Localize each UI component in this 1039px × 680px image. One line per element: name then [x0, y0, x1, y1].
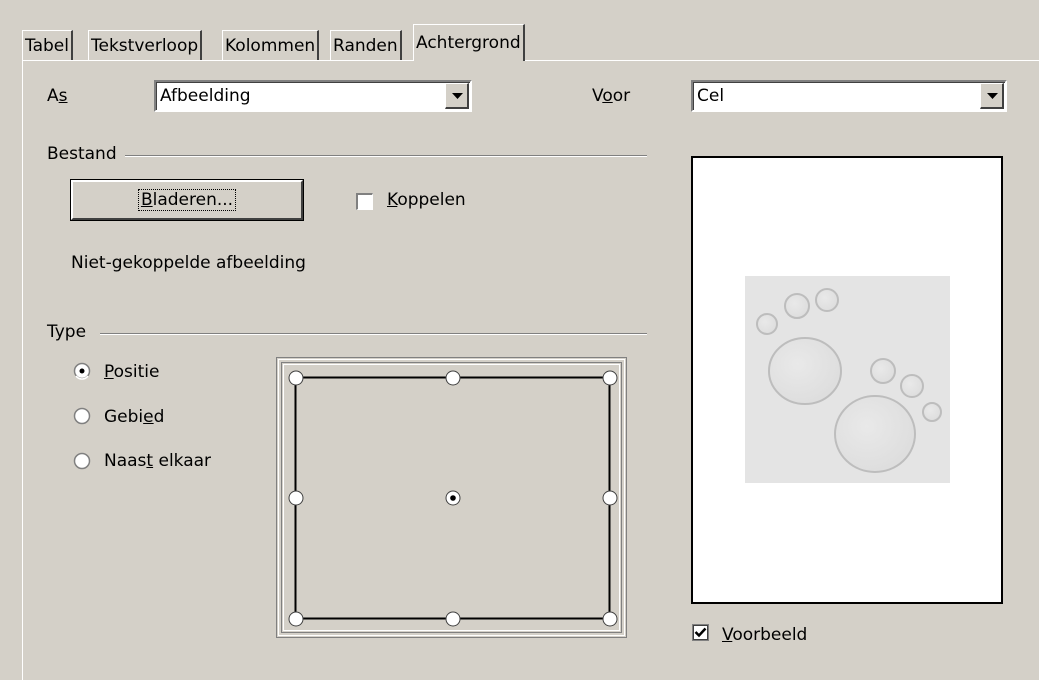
radio-naast-elkaar[interactable] [73, 452, 91, 470]
as-select-value: Afbeelding [160, 86, 251, 106]
pos-middle-right [602, 490, 618, 506]
tab-label: Tabel [25, 36, 69, 56]
tab-tekstverloop[interactable]: Tekstverloop [88, 30, 203, 60]
radio-gebied[interactable] [73, 407, 91, 425]
preview-area [691, 156, 1003, 604]
voor-dropdown-button[interactable] [980, 83, 1004, 109]
preview-label[interactable]: Voorbeeld [722, 625, 807, 645]
pos-top-left [288, 370, 304, 386]
type-section-title: Type [47, 322, 95, 342]
pos-center-selected-dot [450, 495, 456, 501]
tab-tabel[interactable]: Tabel [22, 30, 73, 60]
preview-checkbox[interactable] [692, 624, 709, 641]
pos-top-right [602, 370, 618, 386]
file-section-title: Bestand [47, 144, 125, 164]
tab-achtergrond[interactable]: Achtergrond [413, 24, 525, 61]
as-dropdown-button[interactable] [445, 83, 469, 109]
link-checkbox[interactable] [356, 193, 373, 210]
unlinked-status: Niet-gekoppelde afbeelding [71, 253, 306, 273]
radio-gebied-label[interactable]: Gebied [104, 407, 164, 427]
file-section-line [100, 155, 647, 157]
pos-bottom-center [445, 611, 461, 627]
radio-positie-label[interactable]: Positie [104, 362, 160, 382]
pos-middle-left [288, 490, 304, 506]
voor-select[interactable]: Cel [691, 80, 1007, 112]
voor-select-value: Cel [697, 86, 725, 106]
pos-bottom-left [288, 611, 304, 627]
pos-top-center [445, 370, 461, 386]
pos-bottom-right [602, 611, 618, 627]
as-select[interactable]: Afbeelding [154, 80, 472, 112]
position-selector[interactable] [276, 357, 628, 639]
browse-button-label: Bladeren... [137, 189, 237, 211]
chevron-down-icon [452, 93, 463, 99]
tab-label: Randen [333, 36, 398, 56]
tab-label: Kolommen [225, 36, 316, 56]
link-label[interactable]: Koppelen [387, 190, 466, 210]
footprints-image [745, 276, 950, 483]
tab-kolommen[interactable]: Kolommen [222, 30, 320, 60]
voor-label: Voor [592, 86, 631, 106]
tab-label: Tekstverloop [91, 36, 199, 56]
browse-button[interactable]: Bladeren... [71, 180, 303, 220]
radio-naast-elkaar-label[interactable]: Naast elkaar [104, 451, 211, 471]
as-label: As [47, 86, 68, 106]
tab-randen[interactable]: Randen [330, 30, 402, 60]
radio-positie[interactable] [73, 362, 91, 380]
type-section-line [100, 333, 647, 335]
chevron-down-icon [987, 93, 998, 99]
tab-label: Achtergrond [416, 33, 521, 53]
